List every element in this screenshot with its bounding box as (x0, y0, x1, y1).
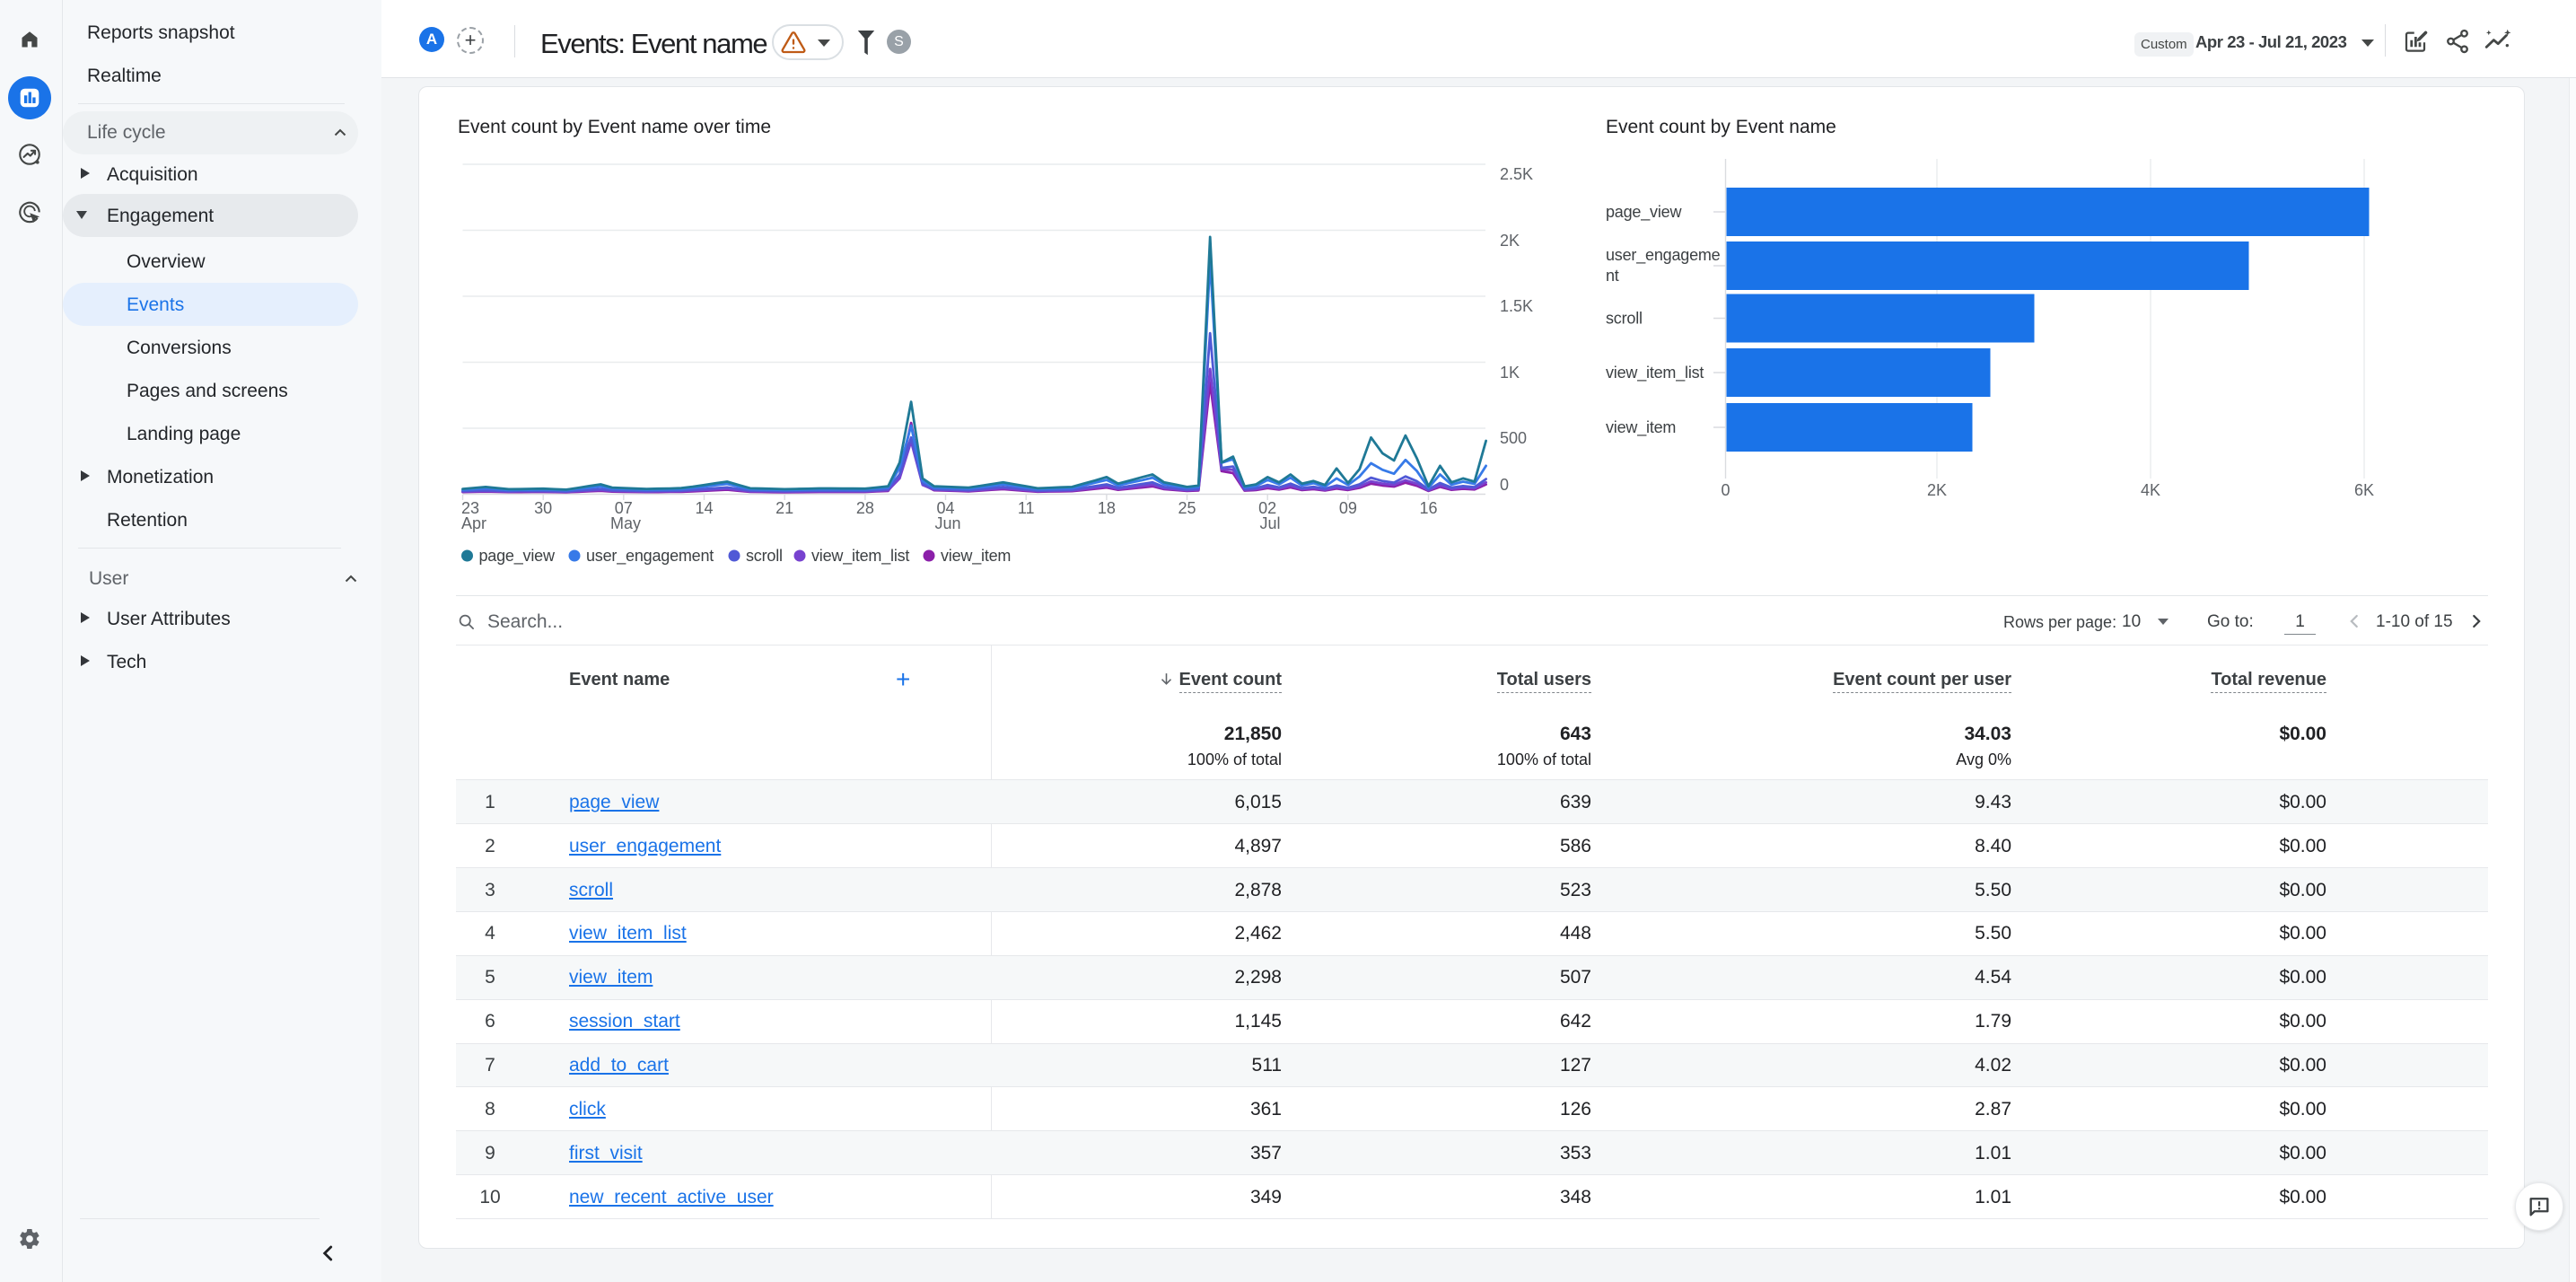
svg-text:0: 0 (1721, 481, 1730, 499)
svg-text:view_item_list: view_item_list (811, 547, 909, 566)
svg-text:page_view: page_view (1606, 203, 1682, 222)
svg-text:16: 16 (1419, 499, 1437, 517)
svg-text:Jul: Jul (1259, 514, 1280, 532)
svg-text:view_item: view_item (941, 547, 1011, 566)
svg-text:18: 18 (1098, 499, 1116, 517)
svg-text:1.5K: 1.5K (1500, 297, 1533, 315)
svg-text:2.5K: 2.5K (1500, 165, 1533, 183)
svg-text:May: May (610, 514, 641, 532)
svg-text:view_item_list: view_item_list (1606, 364, 1704, 382)
svg-text:11: 11 (1018, 499, 1035, 517)
svg-text:14: 14 (695, 499, 713, 517)
svg-text:view_item: view_item (1606, 418, 1676, 437)
svg-text:21: 21 (775, 499, 793, 517)
svg-text:500: 500 (1500, 429, 1527, 447)
svg-text:2K: 2K (1927, 481, 1947, 499)
svg-text:page_view: page_view (479, 547, 556, 566)
svg-text:4K: 4K (2141, 481, 2160, 499)
svg-text:scroll: scroll (746, 547, 783, 565)
svg-text:1K: 1K (1500, 364, 1520, 382)
svg-text:scroll: scroll (1606, 310, 1643, 328)
svg-text:2K: 2K (1500, 232, 1520, 250)
svg-text:28: 28 (856, 499, 874, 517)
svg-text:Jun: Jun (934, 514, 960, 532)
svg-text:nt: nt (1606, 267, 1619, 285)
svg-text:6K: 6K (2354, 481, 2374, 499)
svg-text:09: 09 (1339, 499, 1357, 517)
svg-text:25: 25 (1178, 499, 1196, 517)
svg-text:0: 0 (1500, 476, 1509, 494)
svg-text:30: 30 (534, 499, 552, 517)
svg-text:user_engageme: user_engageme (1606, 246, 1721, 265)
svg-text:user_engagement: user_engagement (586, 547, 714, 566)
svg-text:Apr: Apr (461, 514, 486, 532)
